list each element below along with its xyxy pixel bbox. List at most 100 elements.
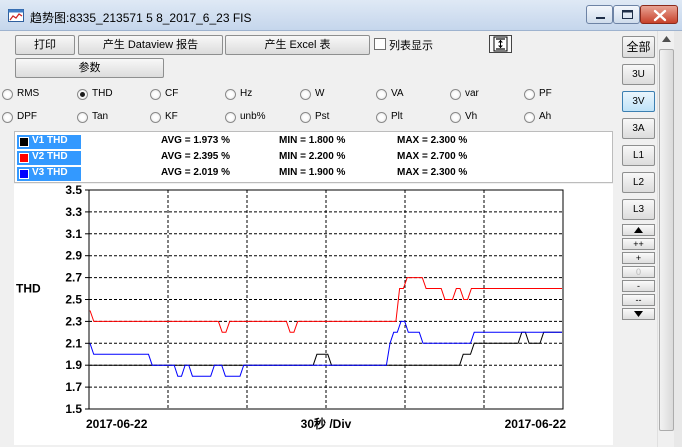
radio-indicator bbox=[150, 89, 161, 100]
radio-indicator bbox=[300, 112, 311, 123]
three-u-button[interactable]: 3U bbox=[622, 64, 655, 85]
radio-label: Ah bbox=[539, 111, 552, 122]
y-tick-label: 3.1 bbox=[65, 227, 82, 241]
radio-indicator bbox=[524, 89, 535, 100]
trend-chart[interactable]: 3.5 3.3 3.1 2.9 2.7 2.5 2.3 2.1 1.9 1.7 1.5 THD 2017… bbox=[14, 184, 613, 445]
x-start-label: 2017-06-22 bbox=[86, 417, 148, 431]
trend-window: 趋势图:8335_213571 5 8_2017_6_23 FIS 打印 产生 … bbox=[0, 0, 682, 447]
radio-label: CF bbox=[165, 88, 179, 99]
radio-indicator bbox=[376, 89, 387, 100]
title-bar[interactable]: 趋势图:8335_213571 5 8_2017_6_23 FIS bbox=[0, 0, 682, 31]
vertical-scrollbar[interactable] bbox=[657, 31, 674, 447]
radio-indicator bbox=[450, 89, 461, 100]
radio-indicator bbox=[524, 112, 535, 123]
list-display-checkbox[interactable] bbox=[374, 38, 386, 50]
y-tick-label: 2.3 bbox=[65, 314, 82, 328]
phase-l2-button[interactable]: L2 bbox=[622, 172, 655, 193]
zoom-out-button[interactable]: - bbox=[622, 280, 655, 292]
zoom-level-indicator: 0 bbox=[622, 266, 655, 278]
triangle-down-icon bbox=[634, 311, 643, 317]
y-tick-label: 3.3 bbox=[65, 205, 82, 219]
excel-export-button[interactable]: 产生 Excel 表 bbox=[225, 35, 370, 55]
zoom-in-more-button[interactable]: ++ bbox=[622, 238, 655, 250]
radio-indicator bbox=[77, 89, 88, 100]
phase-l3-button[interactable]: L3 bbox=[622, 199, 655, 220]
chart-window-icon bbox=[8, 9, 24, 22]
window-edge bbox=[674, 31, 682, 447]
radio-label: Vh bbox=[465, 111, 478, 122]
legend-avg-value: AVG = 1.973 % bbox=[161, 135, 231, 146]
radio-label: KF bbox=[165, 111, 178, 122]
show-all-button[interactable]: 全部 bbox=[622, 36, 655, 58]
radio-label: unb% bbox=[240, 111, 266, 122]
legend-avg-value: AVG = 2.395 % bbox=[161, 151, 231, 162]
radio-indicator bbox=[450, 112, 461, 123]
autoscale-button[interactable] bbox=[489, 35, 512, 53]
legend-row: V1 THD AVG = 1.973 % MIN = 1.800 % MAX = 2.… bbox=[17, 135, 607, 150]
radio-label: W bbox=[315, 88, 325, 99]
radio-indicator bbox=[2, 112, 13, 123]
trend-chart-svg: 3.5 3.3 3.1 2.9 2.7 2.5 2.3 2.1 1.9 1.7 1.5 THD 2017… bbox=[16, 184, 567, 431]
radio-label: DPF bbox=[17, 111, 37, 122]
radio-indicator bbox=[376, 112, 387, 123]
radio-indicator bbox=[225, 89, 236, 100]
list-display-label: 列表显示 bbox=[389, 40, 433, 52]
minimize-button[interactable] bbox=[586, 5, 613, 24]
radio-indicator bbox=[300, 89, 311, 100]
scroll-down-button[interactable] bbox=[622, 308, 655, 320]
legend-min-value: MIN = 2.200 % bbox=[279, 151, 346, 162]
legend-series-name: V3 THD bbox=[32, 167, 68, 178]
x-division-label: 30秒 /Div bbox=[301, 416, 352, 431]
scrollbar-thumb[interactable] bbox=[659, 49, 674, 431]
series-color-swatch bbox=[19, 137, 29, 147]
triangle-up-icon bbox=[634, 227, 643, 233]
legend-series-name: V1 THD bbox=[32, 135, 68, 146]
close-icon bbox=[653, 9, 667, 22]
print-button[interactable]: 打印 bbox=[15, 35, 75, 55]
y-tick-label: 1.7 bbox=[65, 380, 82, 394]
radio-label: Hz bbox=[240, 88, 253, 99]
series-legend: V1 THD AVG = 1.973 % MIN = 1.800 % MAX = 2.… bbox=[14, 131, 613, 183]
radio-indicator bbox=[225, 112, 236, 123]
scroll-up-button[interactable] bbox=[622, 224, 655, 236]
legend-max-value: MAX = 2.300 % bbox=[397, 167, 468, 178]
three-v-button[interactable]: 3V bbox=[622, 91, 655, 112]
series-color-swatch bbox=[19, 153, 29, 163]
y-tick-label: 2.5 bbox=[65, 293, 82, 307]
close-button[interactable] bbox=[640, 5, 678, 24]
y-axis-label: THD bbox=[16, 282, 41, 296]
parameters-button[interactable]: 参数 bbox=[15, 58, 164, 78]
radio-indicator bbox=[2, 89, 13, 100]
radio-indicator bbox=[150, 112, 161, 123]
legend-min-value: MIN = 1.800 % bbox=[279, 135, 346, 146]
legend-series-label[interactable]: V1 THD bbox=[17, 135, 81, 149]
legend-min-value: MIN = 1.900 % bbox=[279, 167, 346, 178]
y-tick-label: 1.9 bbox=[65, 358, 82, 372]
legend-avg-value: AVG = 2.019 % bbox=[161, 167, 231, 178]
minimize-icon bbox=[596, 17, 605, 19]
legend-series-label[interactable]: V2 THD bbox=[17, 151, 81, 165]
legend-row: V3 THD AVG = 2.019 % MIN = 1.900 % MAX = 2.… bbox=[17, 167, 607, 182]
y-tick-label: 2.1 bbox=[65, 336, 82, 350]
y-tick-label: 2.9 bbox=[65, 249, 82, 263]
radio-label: Plt bbox=[391, 111, 403, 122]
legend-series-name: V2 THD bbox=[32, 151, 68, 162]
scroll-arrow-up-icon[interactable] bbox=[662, 36, 671, 42]
radio-label: PF bbox=[539, 88, 552, 99]
y-tick-label: 2.7 bbox=[65, 271, 82, 285]
radio-label: Pst bbox=[315, 111, 330, 122]
legend-series-label[interactable]: V3 THD bbox=[17, 167, 81, 181]
phase-l1-button[interactable]: L1 bbox=[622, 145, 655, 166]
radio-indicator bbox=[77, 112, 88, 123]
zoom-out-more-button[interactable]: -- bbox=[622, 294, 655, 306]
y-tick-label: 3.5 bbox=[65, 184, 82, 197]
zoom-in-button[interactable]: + bbox=[622, 252, 655, 264]
maximize-icon bbox=[622, 10, 633, 19]
maximize-button[interactable] bbox=[613, 5, 640, 24]
y-tick-label: 1.5 bbox=[65, 402, 82, 416]
radio-label: THD bbox=[92, 88, 113, 99]
dataview-report-button[interactable]: 产生 Dataview 报告 bbox=[78, 35, 223, 55]
radio-label: RMS bbox=[17, 88, 40, 99]
three-a-button[interactable]: 3A bbox=[622, 118, 655, 139]
x-end-label: 2017-06-22 bbox=[505, 417, 567, 431]
